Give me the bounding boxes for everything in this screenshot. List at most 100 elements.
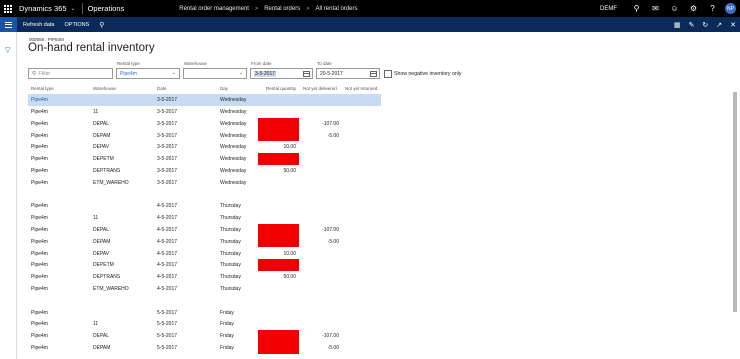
cell-day: Wednesday [220, 97, 247, 104]
cell-warehouse: ETM_WAREHO [93, 285, 129, 292]
cell-rental-quantity: 10.00 [283, 250, 296, 257]
show-negative-checkbox[interactable] [384, 70, 392, 78]
cell-day: Friday [220, 309, 234, 316]
table-row[interactable]: Pipe4m 11 5-5-2017 Friday [28, 318, 381, 330]
cell-rental-type: Pipe4m [31, 215, 48, 222]
table-row[interactable]: Pipe4m DEPETM 4-5-2017 Thursday [28, 259, 381, 271]
module-name: Operations [87, 4, 125, 13]
cell-date: 4-5-2017 [157, 238, 178, 245]
calendar-icon[interactable] [370, 70, 377, 77]
cell-rental-type: Pipe4m [31, 203, 48, 210]
negative-inventory-highlight [258, 259, 299, 271]
calendar-icon[interactable] [303, 70, 310, 77]
feedback-icon[interactable]: ☺ [665, 0, 684, 17]
table-row[interactable]: Pipe4m DEPAV 4-5-2017 Thursday 10.00 [28, 247, 381, 259]
cell-date: 4-5-2017 [157, 226, 178, 233]
table-row[interactable]: Pipe4m 11 3-5-2017 Wednesday [28, 106, 381, 118]
cell-rental-type: Pipe4m [31, 344, 48, 351]
cell-day: Wednesday [220, 167, 247, 174]
table-row[interactable]: Pipe4m DEPAV 3-5-2017 Wednesday 10.00 [28, 141, 381, 153]
table-row[interactable] [28, 295, 381, 307]
cell-rental-type: Pipe4m [31, 333, 48, 340]
cell-rental-type: Pipe4m [31, 238, 48, 245]
cell-date: 4-5-2017 [157, 285, 178, 292]
app-launcher-icon[interactable] [0, 0, 16, 17]
rental-type-select[interactable]: Pipe4m ⌄ [116, 68, 180, 79]
vertical-scrollbar[interactable] [733, 92, 737, 312]
grid-body: Pipe4m 3-5-2017 Wednesday Pipe4m 11 3-5-2017 W… [28, 94, 381, 354]
cell-rental-type: Pipe4m [31, 250, 48, 257]
column-header-day[interactable]: Day [220, 86, 228, 91]
close-icon[interactable]: ✕ [730, 21, 736, 29]
cell-warehouse: DEPAL [93, 226, 110, 233]
table-row[interactable]: Pipe4m DEPAM 4-5-2017 Thursday -5.00 [28, 236, 381, 248]
table-row[interactable]: Pipe4m 3-5-2017 Wednesday [28, 94, 381, 106]
table-row[interactable] [28, 188, 381, 200]
table-row[interactable]: Pipe4m DEPTRANS 3-5-2017 Wednesday 50.00 [28, 165, 381, 177]
cell-date: 4-5-2017 [157, 250, 178, 257]
column-header-warehouse[interactable]: Warehouse [93, 86, 116, 91]
avatar[interactable]: NP [725, 3, 736, 14]
refresh-data-button[interactable]: Refresh data [23, 22, 55, 28]
column-header-not-yet-delivered[interactable]: Not yet delivered [303, 86, 337, 91]
chevron-down-icon[interactable]: ⌄ [71, 5, 76, 12]
column-header-not-yet-returned[interactable]: Not yet returned [345, 86, 377, 91]
action-pane: Refresh data OPTIONS ⚲ ▦ ✎ ↻ ↗ ✕ [0, 17, 740, 32]
table-row[interactable]: Pipe4m DEPTRANS 4-5-2017 Thursday 50.00 [28, 271, 381, 283]
app-name[interactable]: Dynamics 365 [19, 4, 67, 13]
cell-day: Friday [220, 321, 234, 328]
table-row[interactable]: Pipe4m DEPAL 4-5-2017 Thursday -107.00 [28, 223, 381, 248]
company-picker[interactable]: DEMF [600, 6, 617, 12]
table-row[interactable]: Pipe4m DEPAL 5-5-2017 Friday -107.00 [28, 329, 381, 354]
show-negative-label: Show negative inventory only [394, 71, 462, 77]
breadcrumb-item[interactable]: Rental order management [179, 6, 249, 12]
refresh-icon[interactable]: ↻ [702, 21, 708, 29]
table-row[interactable]: Pipe4m 5-5-2017 Friday [28, 306, 381, 318]
search-icon[interactable]: ⚲ [99, 21, 104, 29]
table-row[interactable]: Pipe4m 4-5-2017 Thursday [28, 200, 381, 212]
cell-day: Friday [220, 333, 234, 340]
column-header-date[interactable]: Date [157, 86, 167, 91]
table-row[interactable]: Pipe4m ETM_WAREHO 3-5-2017 Wednesday [28, 177, 381, 189]
help-icon[interactable]: ? [703, 0, 722, 17]
cell-warehouse: 11 [93, 108, 99, 115]
cell-rental-type: Pipe4m [31, 132, 48, 139]
table-row[interactable]: Pipe4m DEPETM 3-5-2017 Wednesday [28, 152, 381, 165]
column-header-rental-type[interactable]: Rental type [31, 86, 54, 91]
cell-rental-type: Pipe4m [31, 285, 48, 292]
cell-warehouse: DEPTRANS [93, 274, 121, 281]
cell-rental-quantity: 50.00 [283, 274, 296, 281]
cell-date: 3-5-2017 [157, 108, 178, 115]
warehouse-select[interactable]: ⌄ [183, 68, 247, 79]
attachment-icon[interactable]: ✎ [689, 21, 695, 29]
table-row[interactable]: Pipe4m ETM_WAREHO 4-5-2017 Thursday [28, 283, 381, 295]
cell-not-yet-delivered: -5.00 [327, 238, 339, 245]
search-icon[interactable]: ⚲ [627, 0, 646, 17]
table-row[interactable]: Pipe4m 11 4-5-2017 Thursday [28, 212, 381, 224]
cell-rental-type: Pipe4m [31, 309, 48, 316]
cell-rental-quantity: 10.00 [283, 144, 296, 151]
filter-input[interactable]: ⚲ Filter [28, 68, 113, 79]
cell-day: Wednesday [220, 179, 247, 186]
column-header-rental-quantity[interactable]: Rental quantity [266, 86, 296, 91]
from-date-field[interactable]: 3-5-2017 [250, 68, 313, 79]
chevron-right-icon: > [254, 5, 259, 12]
table-row[interactable]: Pipe4m DEPAM 5-5-2017 Friday -5.00 [28, 342, 381, 354]
cell-warehouse: DEPAV [93, 144, 110, 151]
table-row[interactable]: Pipe4m DEPAL 3-5-2017 Wednesday -107.00 [28, 117, 381, 142]
rental-type-label: Rental type [117, 61, 140, 66]
options-tab[interactable]: OPTIONS [65, 22, 90, 28]
table-row[interactable]: Pipe4m DEPAM 3-5-2017 Wednesday -5.00 [28, 129, 381, 141]
menu-icon[interactable] [0, 17, 17, 32]
breadcrumb-item[interactable]: Rental orders [264, 6, 300, 12]
cell-day: Wednesday [220, 156, 247, 163]
to-date-field[interactable]: 20-5-2017 [316, 68, 380, 79]
cell-rental-quantity: 50.00 [283, 167, 296, 174]
open-new-window-icon[interactable]: ↗ [716, 21, 722, 29]
gear-icon[interactable]: ⚙ [684, 0, 703, 17]
notifications-icon[interactable]: ✉ [646, 0, 665, 17]
cell-day: Thursday [220, 285, 241, 292]
office-icon[interactable]: ▦ [674, 21, 681, 29]
filter-icon[interactable]: ▽ [5, 46, 10, 54]
breadcrumb-item[interactable]: All rental orders [315, 6, 357, 12]
